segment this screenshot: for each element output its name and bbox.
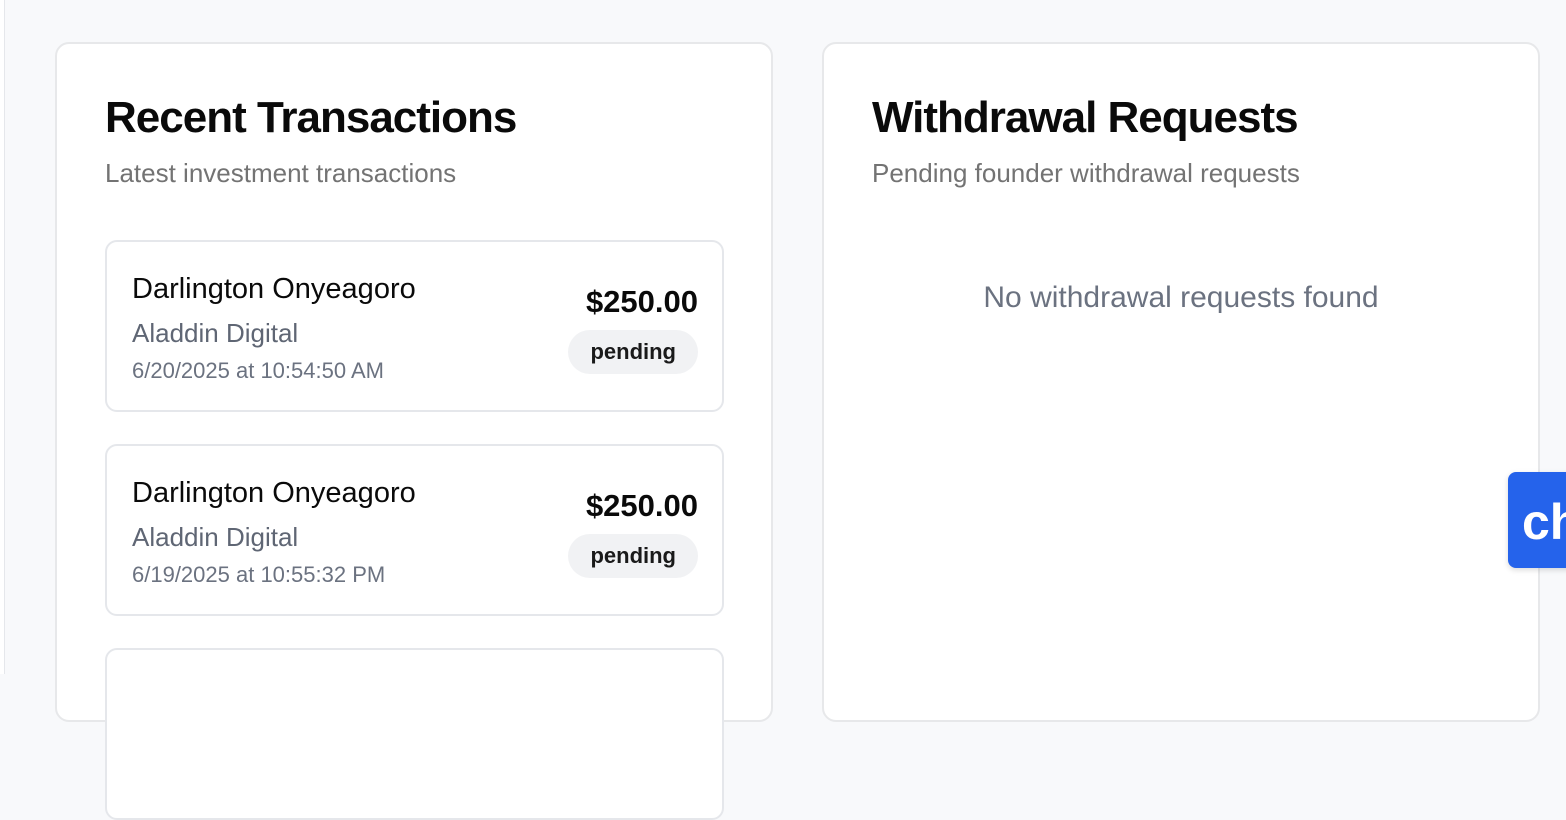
- status-badge: pending: [568, 534, 698, 578]
- chat-launcher-button[interactable]: ch: [1508, 472, 1566, 568]
- transaction-item[interactable]: Darlington Onyeagoro Aladdin Digital 6/1…: [105, 444, 724, 616]
- transaction-amount: $250.00: [585, 284, 698, 319]
- card-title: Recent Transactions: [105, 93, 517, 142]
- investor-name: Darlington Onyeagoro: [132, 477, 416, 509]
- company-name: Aladdin Digital: [132, 318, 299, 348]
- status-badge: pending: [568, 330, 698, 374]
- transaction-date: 6/19/2025 at 10:55:32 PM: [132, 562, 386, 587]
- card-subtitle: Latest investment transactions: [105, 158, 457, 188]
- card-title: Withdrawal Requests: [872, 93, 1299, 142]
- sidebar-edge: [0, 0, 5, 674]
- withdrawal-requests-card: Withdrawal Requests Pending founder with…: [822, 42, 1540, 722]
- investor-name: Darlington Onyeagoro: [132, 273, 416, 305]
- transaction-date: 6/20/2025 at 10:54:50 AM: [132, 358, 384, 383]
- company-name: Aladdin Digital: [132, 522, 299, 552]
- recent-transactions-card: Recent Transactions Latest investment tr…: [55, 42, 773, 820]
- card-subtitle: Pending founder withdrawal requests: [872, 158, 1300, 188]
- empty-state-message: No withdrawal requests found: [983, 281, 1379, 314]
- chat-launcher-icon: ch: [1522, 494, 1566, 550]
- transaction-amount: $250.00: [585, 488, 698, 523]
- transaction-item[interactable]: Darlington Onyeagoro Aladdin Digital 6/2…: [105, 240, 724, 412]
